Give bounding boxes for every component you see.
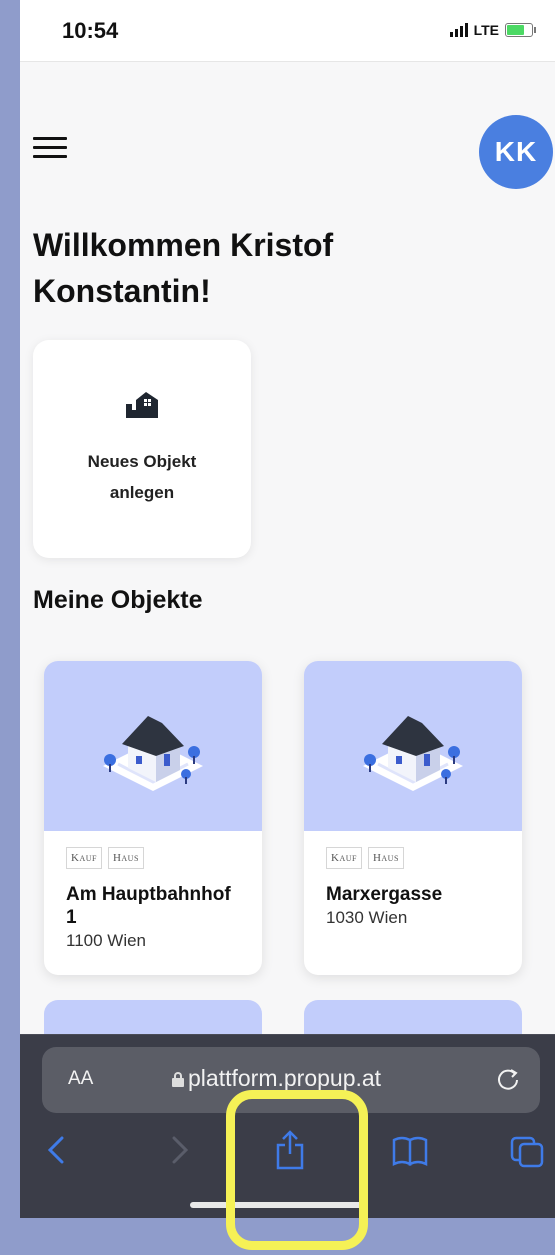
status-bar: 10:54 LTE xyxy=(20,0,555,62)
tag-badge: Kauf xyxy=(326,847,362,869)
url-field[interactable]: plattform.propup.at xyxy=(172,1065,381,1092)
battery-icon xyxy=(505,23,536,37)
back-arrow-icon[interactable] xyxy=(38,1128,78,1172)
new-object-card[interactable]: Neues Objekt anlegen xyxy=(33,340,251,558)
highlight-annotation xyxy=(226,1090,368,1250)
lock-icon xyxy=(172,1072,184,1087)
house-icon xyxy=(103,716,203,791)
house-icon xyxy=(363,716,463,791)
new-object-label: Neues Objekt anlegen xyxy=(87,452,197,502)
tag-badge: Kauf xyxy=(66,847,102,869)
status-time: 10:54 xyxy=(62,18,119,43)
house-hand-icon xyxy=(126,392,158,418)
reload-icon[interactable] xyxy=(494,1065,522,1093)
house-illustration xyxy=(44,661,262,831)
network-label: LTE xyxy=(473,22,499,38)
hamburger-menu-icon[interactable] xyxy=(33,137,67,161)
bookmarks-icon[interactable] xyxy=(390,1128,430,1172)
forward-arrow-icon[interactable] xyxy=(158,1128,198,1172)
tag-badge: Haus xyxy=(107,847,144,869)
phone-screen: 10:54 LTE KK Willkommen Kristof Konstant… xyxy=(20,0,555,1218)
house-illustration xyxy=(304,661,522,831)
text-size-button[interactable]: AA xyxy=(68,1068,93,1090)
user-avatar[interactable]: KK xyxy=(479,115,553,189)
url-text: plattform.propup.at xyxy=(188,1065,382,1091)
object-card[interactable]: Kauf Haus Marxergasse 1030 Wien xyxy=(304,661,522,975)
object-address: 1030 Wien xyxy=(326,908,408,927)
status-indicators: LTE xyxy=(449,22,536,38)
tag-badge: Haus xyxy=(367,847,404,869)
tag-list: Kauf Haus xyxy=(66,847,262,869)
section-title: Meine Objekte xyxy=(33,586,203,614)
tabs-icon[interactable] xyxy=(508,1128,548,1172)
object-title: Marxergasse xyxy=(326,884,443,905)
object-card[interactable]: Kauf Haus Am Hauptbahnhof 1 1100 Wien xyxy=(44,661,262,975)
object-title: Am Hauptbahnhof 1 xyxy=(66,884,231,928)
welcome-heading: Willkommen Kristof Konstantin! xyxy=(33,227,334,309)
object-address: 1100 Wien xyxy=(66,931,147,950)
signal-icon xyxy=(449,23,468,37)
tag-list: Kauf Haus xyxy=(326,847,522,869)
